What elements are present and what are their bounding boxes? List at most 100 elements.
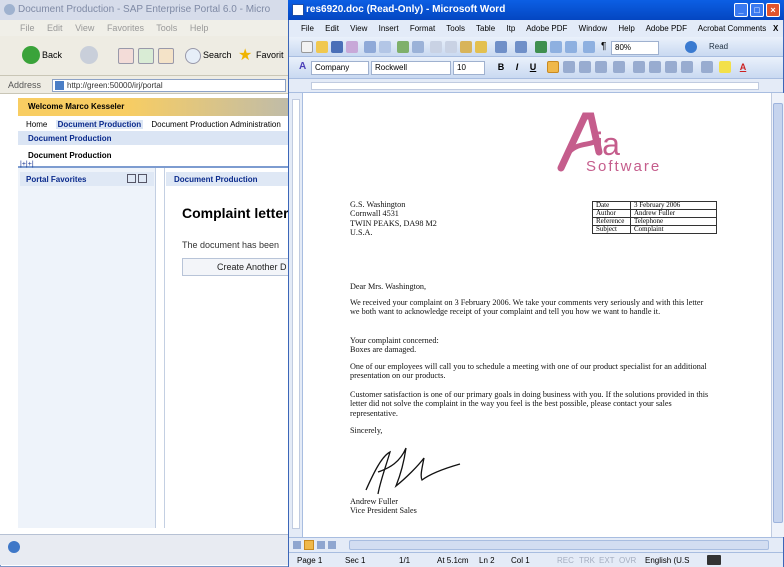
back-label[interactable]: Back bbox=[42, 50, 62, 60]
expand-toggle[interactable]: |+|+| bbox=[20, 161, 34, 168]
new-icon[interactable] bbox=[301, 41, 313, 53]
align-right-icon[interactable] bbox=[579, 61, 591, 73]
format-painter-icon[interactable] bbox=[475, 41, 487, 53]
print-layout-icon[interactable] bbox=[304, 540, 314, 550]
close-icon[interactable]: × bbox=[766, 3, 780, 17]
refresh-icon[interactable] bbox=[138, 48, 154, 64]
menu-acrobat-comments[interactable]: Acrobat Comments bbox=[698, 24, 766, 33]
nav-home[interactable]: Home bbox=[26, 120, 47, 129]
copy-icon[interactable] bbox=[445, 41, 457, 53]
permission-icon[interactable] bbox=[346, 41, 358, 53]
formatting-toolbar: A Company Rockwell 10 B I U A bbox=[289, 57, 783, 79]
show-hide-icon[interactable]: ¶ bbox=[601, 41, 606, 52]
menu-close-x[interactable]: X bbox=[773, 24, 778, 33]
menu-window[interactable]: Window bbox=[579, 24, 607, 33]
nav-document-production-admin[interactable]: Document Production Administration bbox=[151, 120, 280, 129]
normal-view-icon[interactable] bbox=[293, 541, 301, 549]
open-icon[interactable] bbox=[316, 41, 328, 53]
styles-icon[interactable]: A bbox=[299, 61, 306, 72]
create-another-button[interactable]: Create Another D bbox=[182, 258, 292, 276]
cut-icon[interactable] bbox=[430, 41, 442, 53]
horizontal-scrollbar[interactable] bbox=[349, 540, 769, 550]
portal-sub-nav[interactable]: Document Production bbox=[18, 131, 288, 145]
ie-menu-file[interactable]: File bbox=[20, 23, 35, 33]
bullets-icon[interactable] bbox=[649, 61, 661, 73]
italic-icon[interactable]: I bbox=[511, 61, 523, 74]
font-size-select[interactable]: 10 bbox=[453, 61, 485, 75]
favorites-star-icon[interactable]: ★ bbox=[238, 45, 252, 65]
stop-icon[interactable] bbox=[118, 48, 134, 64]
align-left-icon[interactable] bbox=[547, 61, 559, 73]
menu-help[interactable]: Help bbox=[618, 24, 634, 33]
favorites-label[interactable]: Favorit bbox=[256, 50, 284, 60]
document-production-panel bbox=[164, 168, 288, 528]
save-icon[interactable] bbox=[331, 41, 343, 53]
horizontal-ruler[interactable] bbox=[289, 79, 783, 93]
paste-icon[interactable] bbox=[460, 41, 472, 53]
vertical-scrollbar[interactable] bbox=[771, 93, 784, 537]
reading-view-icon[interactable] bbox=[328, 541, 336, 549]
font-color-icon[interactable]: A bbox=[737, 61, 749, 74]
forward-arrow-icon[interactable] bbox=[80, 46, 98, 64]
menu-view[interactable]: View bbox=[350, 24, 367, 33]
search-icon[interactable] bbox=[185, 48, 201, 64]
menu-adobe-pdf-2[interactable]: Adobe PDF bbox=[646, 24, 687, 33]
menu-file[interactable]: File bbox=[301, 24, 314, 33]
align-center-icon[interactable] bbox=[563, 61, 575, 73]
ie-menu-favorites[interactable]: Favorites bbox=[107, 23, 144, 33]
decrease-indent-icon[interactable] bbox=[665, 61, 677, 73]
ie-menu-view[interactable]: View bbox=[75, 23, 94, 33]
increase-indent-icon[interactable] bbox=[681, 61, 693, 73]
style-select[interactable]: Company bbox=[311, 61, 369, 75]
search-label[interactable]: Search bbox=[203, 50, 232, 60]
help-icon[interactable] bbox=[685, 41, 697, 53]
panel-options-icon[interactable] bbox=[127, 174, 136, 183]
menu-insert[interactable]: Insert bbox=[379, 24, 399, 33]
back-arrow-icon[interactable] bbox=[22, 46, 40, 64]
menu-adobe-pdf[interactable]: Adobe PDF bbox=[526, 24, 567, 33]
home-icon[interactable] bbox=[158, 48, 174, 64]
justify-icon[interactable] bbox=[595, 61, 607, 73]
outline-view-icon[interactable] bbox=[317, 541, 325, 549]
columns-icon[interactable] bbox=[565, 41, 577, 53]
line-spacing-icon[interactable] bbox=[613, 61, 625, 73]
panel-maximize-icon[interactable] bbox=[138, 174, 147, 183]
menu-itp[interactable]: Itp bbox=[506, 24, 515, 33]
bold-icon[interactable]: B bbox=[495, 61, 507, 74]
research-icon[interactable] bbox=[412, 41, 424, 53]
spelling-status-icon[interactable] bbox=[707, 555, 721, 565]
nav-document-production[interactable]: Document Production bbox=[55, 120, 144, 129]
maximize-icon[interactable]: □ bbox=[750, 3, 764, 17]
status-rec[interactable]: REC bbox=[557, 556, 574, 565]
hyperlink-icon[interactable] bbox=[535, 41, 547, 53]
ie-menu-edit[interactable]: Edit bbox=[47, 23, 63, 33]
print-preview-icon[interactable] bbox=[379, 41, 391, 53]
tables-icon[interactable] bbox=[550, 41, 562, 53]
undo-icon[interactable] bbox=[495, 41, 507, 53]
ie-menu-tools[interactable]: Tools bbox=[156, 23, 177, 33]
vertical-ruler[interactable] bbox=[289, 93, 303, 537]
menu-edit[interactable]: Edit bbox=[325, 24, 339, 33]
numbering-icon[interactable] bbox=[633, 61, 645, 73]
menu-tools[interactable]: Tools bbox=[446, 24, 465, 33]
address-input[interactable]: http://green:50000/irj/portal bbox=[52, 79, 286, 92]
border-icon[interactable] bbox=[701, 61, 713, 73]
highlight-icon[interactable] bbox=[719, 61, 731, 73]
status-ext[interactable]: EXT bbox=[599, 556, 615, 565]
minimize-icon[interactable]: _ bbox=[734, 3, 748, 17]
drawing-icon[interactable] bbox=[583, 41, 595, 53]
redo-icon[interactable] bbox=[515, 41, 527, 53]
menu-format[interactable]: Format bbox=[410, 24, 435, 33]
ie-menu-help[interactable]: Help bbox=[190, 23, 209, 33]
status-trk[interactable]: TRK bbox=[579, 556, 595, 565]
underline-icon[interactable]: U bbox=[527, 61, 539, 74]
spelling-icon[interactable] bbox=[397, 41, 409, 53]
zoom-select[interactable]: 80% bbox=[611, 41, 659, 55]
font-select[interactable]: Rockwell bbox=[371, 61, 451, 75]
menu-table[interactable]: Table bbox=[476, 24, 495, 33]
scroll-thumb[interactable] bbox=[773, 103, 783, 523]
read-button[interactable]: Read bbox=[709, 42, 728, 51]
status-ovr[interactable]: OVR bbox=[619, 556, 636, 565]
status-section: Sec 1 bbox=[345, 556, 366, 565]
print-icon[interactable] bbox=[364, 41, 376, 53]
